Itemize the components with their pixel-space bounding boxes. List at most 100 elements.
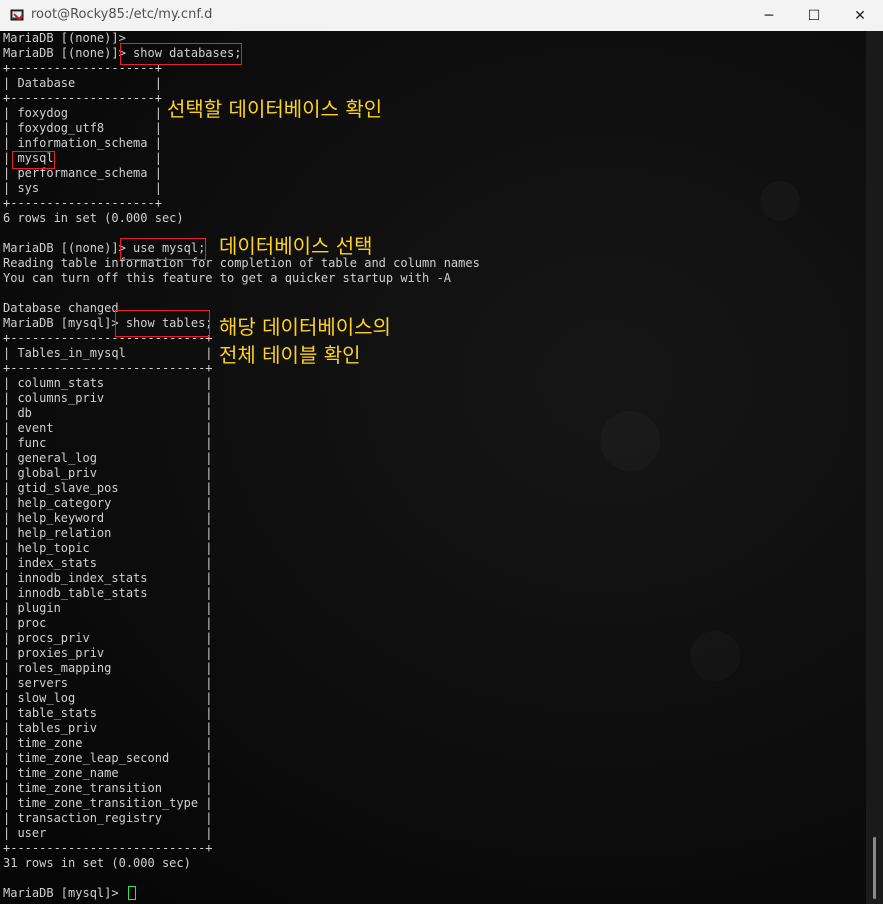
- terminal-line-text: | help_keyword |: [3, 511, 213, 525]
- terminal-line-text: | transaction_registry |: [3, 811, 213, 825]
- terminal-line-text: +---------------------------+: [3, 841, 213, 855]
- terminal-line: +---------------------------+: [3, 841, 480, 856]
- terminal-line: | columns_priv |: [3, 391, 480, 406]
- terminal-line: | time_zone_transition |: [3, 781, 480, 796]
- terminal-line-text: | event |: [3, 421, 213, 435]
- terminal-line-text: | Database |: [3, 76, 162, 90]
- terminal-line-text: | time_zone_transition |: [3, 781, 213, 795]
- terminal-line-text: | foxydog_utf8 |: [3, 121, 162, 135]
- terminal-line-text: | table_stats |: [3, 706, 213, 720]
- terminal-line-text: | proc |: [3, 616, 213, 630]
- scrollbar-thumb[interactable]: [873, 837, 876, 899]
- terminal-line: | roles_mapping |: [3, 661, 480, 676]
- terminal-line: | plugin |: [3, 601, 480, 616]
- terminal-line: 31 rows in set (0.000 sec): [3, 856, 480, 871]
- terminal-line-text: | func |: [3, 436, 213, 450]
- terminal-line: | gtid_slave_pos |: [3, 481, 480, 496]
- terminal-line-text: | db |: [3, 406, 213, 420]
- terminal-line: | global_priv |: [3, 466, 480, 481]
- show-databases-highlight: [120, 43, 242, 65]
- terminal-line: | help_category |: [3, 496, 480, 511]
- terminal-line-text: | global_priv |: [3, 466, 213, 480]
- terminal-line-text: | general_log |: [3, 451, 213, 465]
- mysql-highlight: [12, 151, 55, 169]
- terminal-line: | time_zone_leap_second |: [3, 751, 480, 766]
- text-cursor: [127, 886, 136, 900]
- annotation-database-tables-line2: 전체 테이블 확인: [219, 343, 361, 367]
- terminal-line-text: | slow_log |: [3, 691, 213, 705]
- terminal-line-text: | innodb_table_stats |: [3, 586, 213, 600]
- terminal-line: | help_topic |: [3, 541, 480, 556]
- terminal-line-text: | user |: [3, 826, 213, 840]
- terminal-line-text: | Tables_in_mysql |: [3, 346, 213, 360]
- terminal-line: | mysql |: [3, 151, 480, 166]
- terminal-line-text: You can turn off this feature to get a q…: [3, 271, 451, 285]
- terminal-line: | sys |: [3, 181, 480, 196]
- terminal-line-text: | time_zone |: [3, 736, 213, 750]
- terminal-line-text: | foxydog |: [3, 106, 162, 120]
- terminal-line-text: 31 rows in set (0.000 sec): [3, 856, 191, 870]
- terminal-line-text: | help_category |: [3, 496, 213, 510]
- terminal-line-text: | innodb_index_stats |: [3, 571, 213, 585]
- terminal-line: | performance_schema |: [3, 166, 480, 181]
- terminal-line-text: | time_zone_leap_second |: [3, 751, 213, 765]
- window-title: root@Rocky85:/etc/my.cnf.d: [31, 7, 213, 22]
- terminal-line-text: | roles_mapping |: [3, 661, 213, 675]
- terminal-line: | procs_priv |: [3, 631, 480, 646]
- terminal-line: | column_stats |: [3, 376, 480, 391]
- terminal-line-text: | time_zone_name |: [3, 766, 213, 780]
- terminal-line: | func |: [3, 436, 480, 451]
- minimize-button[interactable]: ─: [746, 0, 792, 31]
- background-decoration: [600, 411, 660, 471]
- terminal-line: | innodb_index_stats |: [3, 571, 480, 586]
- annotation-select-database: 데이터베이스 선택: [219, 234, 373, 258]
- terminal-line-text: Database changed: [3, 301, 119, 315]
- terminal-line: | Database |: [3, 76, 480, 91]
- terminal-output[interactable]: MariaDB [(none)]> MariaDB [(none)]> show …: [0, 31, 866, 904]
- terminal-line: | slow_log |: [3, 691, 480, 706]
- terminal-line: | event |: [3, 421, 480, 436]
- terminal-line: | help_relation |: [3, 526, 480, 541]
- terminal-line-text: | information_schema |: [3, 136, 162, 150]
- terminal-line: | time_zone |: [3, 736, 480, 751]
- terminal-line: | general_log |: [3, 451, 480, 466]
- terminal-line: | time_zone_name |: [3, 766, 480, 781]
- putty-app-icon: [10, 9, 24, 21]
- maximize-button[interactable]: ☐: [791, 0, 837, 31]
- show-tables-highlight: [115, 310, 210, 337]
- terminal-line: 6 rows in set (0.000 sec): [3, 211, 480, 226]
- terminal-line-text: | servers |: [3, 676, 213, 690]
- terminal-line-text: MariaDB [mysql]>: [3, 886, 126, 900]
- terminal-line: | proxies_priv |: [3, 646, 480, 661]
- terminal-line-text: | proxies_priv |: [3, 646, 213, 660]
- terminal-line: | information_schema |: [3, 136, 480, 151]
- terminal-line-text: +--------------------+: [3, 91, 162, 105]
- terminal-line: | servers |: [3, 676, 480, 691]
- terminal-line-text: | sys |: [3, 181, 162, 195]
- background-decoration: [760, 181, 800, 221]
- close-button[interactable]: ✕: [837, 0, 883, 31]
- terminal-line: | tables_priv |: [3, 721, 480, 736]
- annotation-select-database-check: 선택할 데이터베이스 확인: [167, 97, 383, 121]
- use-mysql-highlight: [120, 238, 206, 260]
- terminal-line-text: MariaDB [(none)]>: [3, 31, 126, 45]
- terminal-line: You can turn off this feature to get a q…: [3, 271, 480, 286]
- terminal-line-text: | procs_priv |: [3, 631, 213, 645]
- title-bar[interactable]: root@Rocky85:/etc/my.cnf.d ─ ☐ ✕: [0, 0, 883, 31]
- terminal-line: | user |: [3, 826, 480, 841]
- terminal-line: | proc |: [3, 616, 480, 631]
- terminal-line: | help_keyword |: [3, 511, 480, 526]
- vertical-scrollbar[interactable]: [866, 31, 883, 904]
- terminal-line: | db |: [3, 406, 480, 421]
- terminal-line-text: | tables_priv |: [3, 721, 213, 735]
- terminal-line-text: | column_stats |: [3, 376, 213, 390]
- terminal-line-text: | gtid_slave_pos |: [3, 481, 213, 495]
- terminal-line: | transaction_registry |: [3, 811, 480, 826]
- terminal-line: | index_stats |: [3, 556, 480, 571]
- terminal-line-text: | plugin |: [3, 601, 213, 615]
- terminal-line-text: +---------------------------+: [3, 361, 213, 375]
- annotation-database-tables-line1: 해당 데이터베이스의: [219, 315, 391, 339]
- terminal-line: +--------------------+: [3, 196, 480, 211]
- terminal-line: | foxydog_utf8 |: [3, 121, 480, 136]
